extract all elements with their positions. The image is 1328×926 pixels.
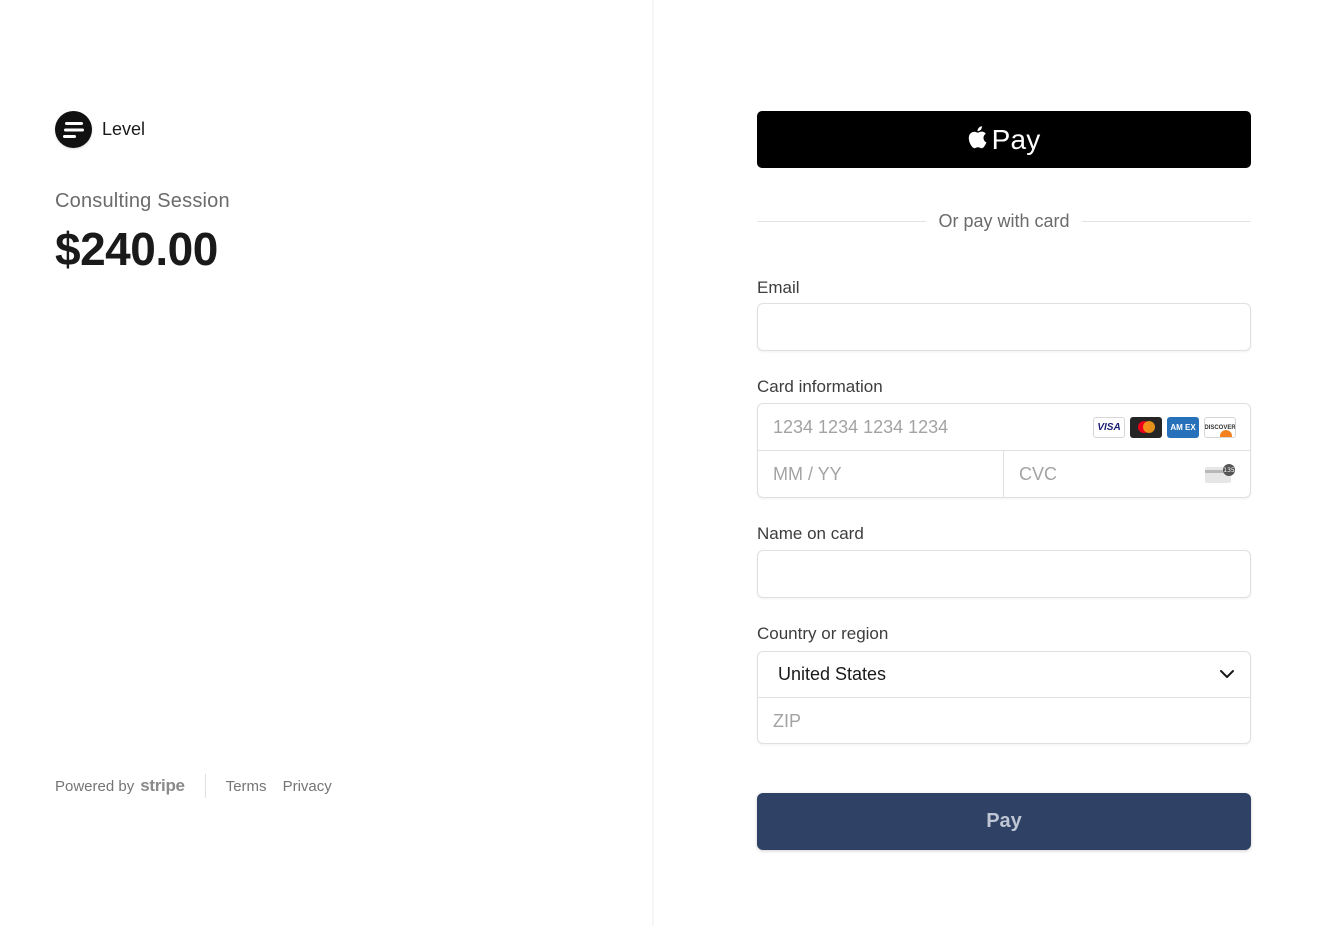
- zip-row: [758, 698, 1250, 744]
- divider-line-left: [757, 220, 927, 222]
- stripe-logo: stripe: [140, 776, 185, 795]
- expiry-input[interactable]: [758, 451, 1003, 498]
- terms-link[interactable]: Terms: [226, 778, 267, 795]
- country-select[interactable]: United States: [758, 652, 1250, 698]
- country-selected-value: United States: [778, 664, 887, 684]
- card-information-group: VISA AM EX DISCOVER 135: [757, 403, 1251, 498]
- apple-icon: [968, 124, 990, 155]
- footer-divider: [204, 774, 206, 798]
- merchant-brand[interactable]: Level: [55, 111, 145, 148]
- amex-icon: AM EX: [1167, 417, 1199, 438]
- card-brands: VISA AM EX DISCOVER: [1088, 417, 1236, 438]
- level-logo-icon: [55, 111, 92, 148]
- visa-icon: VISA: [1093, 417, 1125, 438]
- chevron-down-icon: [1220, 670, 1234, 678]
- email-field-wrapper: [757, 303, 1251, 351]
- checkout-footer: Powered by stripe Terms Privacy: [55, 772, 348, 800]
- name-on-card-label: Name on card: [757, 524, 864, 543]
- country-group: United States: [757, 651, 1251, 744]
- mastercard-icon: [1130, 417, 1162, 438]
- order-summary-pane: Level Consulting Session $240.00 Powered…: [0, 0, 652, 926]
- email-input[interactable]: [758, 304, 1250, 350]
- name-on-card-wrapper: [757, 550, 1251, 598]
- or-pay-with-card-text: Or pay with card: [938, 210, 1070, 231]
- product-price: $240.00: [55, 223, 218, 275]
- apple-pay-label: Pay: [991, 123, 1041, 155]
- zip-input[interactable]: [758, 698, 1250, 744]
- discover-icon: DISCOVER: [1204, 417, 1236, 438]
- card-number-row: VISA AM EX DISCOVER: [758, 404, 1250, 451]
- discover-text: DISCOVER: [1204, 424, 1236, 431]
- powered-by-stripe-link[interactable]: Powered by stripe: [55, 776, 185, 796]
- country-label: Country or region: [757, 624, 889, 643]
- divider-line-right: [1081, 220, 1252, 222]
- card-expiry-cvc-row: 135: [758, 451, 1250, 498]
- email-label: Email: [757, 278, 800, 297]
- privacy-link[interactable]: Privacy: [283, 778, 332, 795]
- cvc-hint-text: 135: [1223, 467, 1235, 474]
- product-name: Consulting Session: [55, 190, 230, 212]
- expiry-cell: [758, 451, 1004, 498]
- powered-by-text: Powered by: [55, 777, 135, 795]
- or-divider: Or pay with card: [757, 208, 1252, 234]
- cvc-cell: 135: [1004, 451, 1250, 498]
- apple-pay-button[interactable]: Pay: [757, 111, 1251, 168]
- cvc-hint-icon: 135: [1205, 464, 1235, 483]
- pay-button[interactable]: Pay: [757, 793, 1251, 850]
- name-on-card-input[interactable]: [758, 551, 1250, 597]
- merchant-name: Level: [102, 119, 146, 139]
- card-information-label: Card information: [757, 377, 883, 396]
